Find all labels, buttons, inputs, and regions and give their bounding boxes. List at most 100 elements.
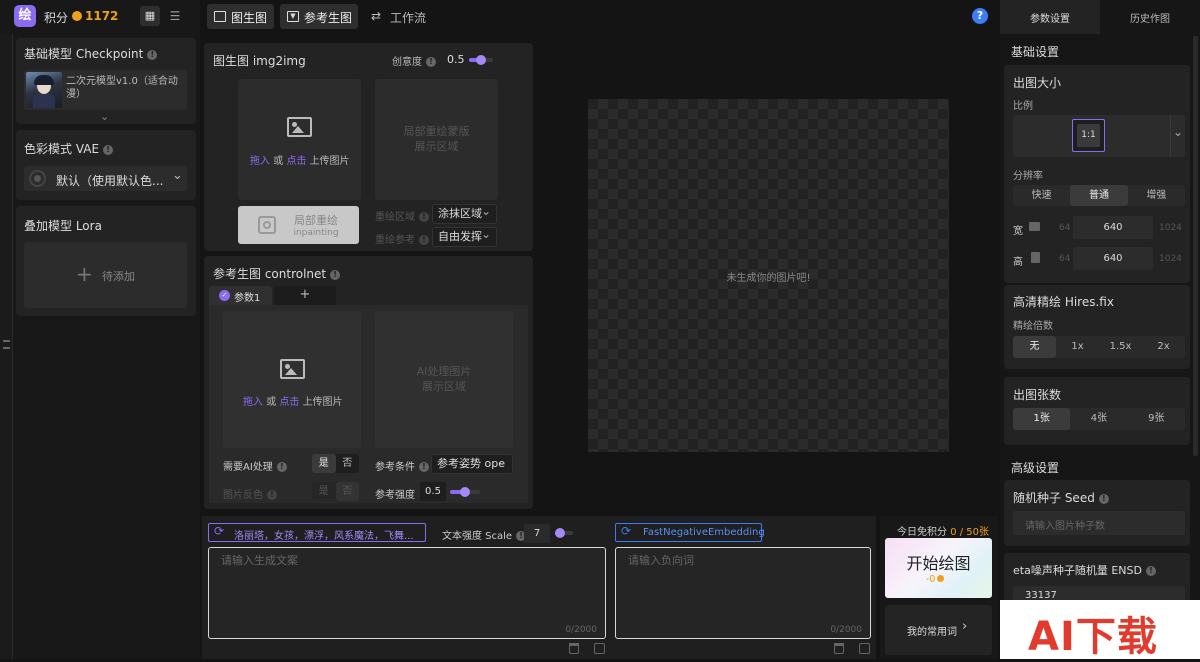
negative-textarea[interactable]: 请输入负向词 0/2000 (615, 547, 871, 639)
count-selector[interactable]: 1张 4张 9张 (1013, 408, 1185, 430)
strength-slider[interactable] (450, 487, 480, 497)
lora-title: 叠加模型 Lora (24, 219, 102, 233)
hires-1x[interactable]: 1x (1056, 336, 1099, 358)
creativity-knob[interactable] (476, 55, 486, 65)
ratio-selector[interactable]: 1:1 ⌄ (1013, 115, 1185, 157)
resolution-fast[interactable]: 快速 (1013, 185, 1070, 206)
refresh-icon[interactable]: ⟳ (621, 524, 631, 538)
need-ai-yes[interactable]: 是 (312, 454, 336, 473)
checkpoint-title: 基础模型 Checkpoint! (24, 45, 158, 62)
upload-text: 拖入 或 点击 上传图片 (243, 397, 343, 408)
img2img-upload-area[interactable]: 拖入 或 点击 上传图片 (238, 79, 361, 200)
app-logo[interactable]: 绘 (14, 5, 36, 27)
cond-label: 参考条件! (375, 458, 429, 473)
lora-add-button[interactable]: + 待添加 (24, 242, 187, 308)
height-max: 1024 (1159, 254, 1182, 264)
width-min: 64 (1059, 223, 1071, 233)
save-icon[interactable] (594, 643, 605, 654)
image-icon (214, 11, 226, 22)
invert-toggle[interactable]: 是 否 (312, 482, 359, 501)
seed-panel: 随机种子 Seed! 请输入图片种子数 (1004, 480, 1190, 546)
invert-yes[interactable]: 是 (312, 482, 336, 501)
creativity-slider[interactable] (469, 55, 493, 65)
controlnet-panel: 参考生图 controlnet! ✓ 参数1 + 拖入 或 点击 上传图片 AI… (204, 256, 533, 509)
inpainting-button[interactable]: 局部重绘 inpainting (238, 206, 359, 244)
right-scrollbar[interactable] (1193, 36, 1198, 456)
checkpoint-model-card[interactable]: 二次元模型v1.0（适合动漫） (24, 70, 187, 110)
hires-selector[interactable]: 无 1x 1.5x 2x (1013, 336, 1185, 358)
list-view-icon[interactable]: ☰ (165, 6, 185, 26)
height-input[interactable]: 640 (1073, 247, 1153, 270)
tab-history[interactable]: 历史作图 (1100, 0, 1200, 34)
tab-params[interactable]: 参数设置 (1000, 0, 1100, 34)
resolution-label: 分辨率 (1013, 171, 1043, 182)
collapse-handle[interactable] (0, 34, 13, 659)
ratio-expand[interactable]: ⌄ (1170, 115, 1185, 157)
trash-icon[interactable] (569, 643, 579, 654)
prompt-textarea[interactable]: 请输入生成文案 0/2000 (208, 547, 606, 639)
refresh-icon[interactable]: ⟳ (214, 524, 224, 538)
scale-slider[interactable] (555, 528, 573, 538)
tab-img2img[interactable]: 图生图 (207, 4, 274, 29)
info-icon: ! (147, 49, 158, 60)
hires-none[interactable]: 无 (1013, 336, 1056, 358)
scale-value-box[interactable]: 7 (524, 524, 550, 543)
width-max: 1024 (1159, 223, 1182, 233)
width-input[interactable]: 640 (1073, 216, 1153, 239)
resolution-normal[interactable]: 普通 (1070, 185, 1128, 206)
repaint-ref-select[interactable]: 自由发挥 (432, 225, 497, 247)
free-quota: 今日免积分 0 / 50张 (897, 527, 990, 538)
ratio-inner: 1:1 (1077, 124, 1100, 147)
info-icon: ! (426, 57, 436, 67)
ai-preview-area: AI处理图片 展示区域 (375, 311, 513, 448)
resolution-enhanced[interactable]: 增强 (1128, 185, 1185, 206)
need-ai-no[interactable]: 否 (336, 454, 360, 473)
controlnet-upload-area[interactable]: 拖入 或 点击 上传图片 (223, 311, 361, 448)
info-icon: ! (103, 144, 114, 155)
param-tab-1[interactable]: ✓ 参数1 (209, 286, 272, 305)
inpainting-label: 局部重绘 inpainting (293, 214, 339, 238)
lora-add-label: 待添加 (102, 270, 135, 283)
invert-no[interactable]: 否 (335, 482, 359, 501)
negative-tag[interactable]: ⟳ FastNegativeEmbedding (615, 523, 765, 542)
prompt-placeholder: 请输入生成文案 (221, 554, 298, 567)
model-thumbnail (26, 72, 62, 108)
vae-select[interactable]: 默认（使用默认色... ⌄ (24, 166, 187, 191)
my-words-button[interactable]: 我的常用词 › (885, 605, 992, 655)
grid-view-icon[interactable]: ▦ (140, 6, 160, 26)
cond-select[interactable]: 参考姿势 ope (431, 452, 513, 474)
coin-icon (72, 11, 82, 21)
chevron-down-icon[interactable]: ⌄ (100, 110, 109, 123)
trash-icon[interactable] (834, 643, 844, 654)
count-1[interactable]: 1张 (1013, 408, 1071, 430)
strength-knob[interactable] (460, 487, 470, 497)
save-icon[interactable] (859, 643, 870, 654)
workflow-icon: ⇄ (371, 9, 382, 23)
count-4[interactable]: 4张 (1070, 408, 1127, 430)
seed-input[interactable]: 请输入图片种子数 (1013, 511, 1185, 535)
hires-2x[interactable]: 2x (1142, 336, 1185, 358)
count-title: 出图张数 (1013, 388, 1062, 402)
tab-workflow[interactable]: ⇄ 工作流 (366, 4, 430, 29)
add-param-tab[interactable]: + (274, 286, 336, 305)
generate-button[interactable]: 开始绘图 -0 (885, 538, 992, 598)
prompt-tag-text: 洛丽塔，女孩，漂浮，风系魔法，飞舞... (234, 531, 414, 542)
need-ai-toggle[interactable]: 是 否 (312, 454, 359, 473)
checkpoint-panel: 基础模型 Checkpoint! 二次元模型v1.0（适合动漫） ⌄ (16, 38, 196, 124)
prompt-tag[interactable]: ⟳ 洛丽塔，女孩，漂浮，风系魔法，飞舞... (208, 523, 426, 542)
help-icon[interactable]: ? (972, 8, 988, 24)
ratio-option-1-1[interactable]: 1:1 (1072, 119, 1105, 152)
ensd-title: eta噪声种子随机量 ENSD! (1013, 562, 1156, 578)
vae-title: 色彩模式 VAE! (24, 140, 114, 157)
strength-value-box[interactable]: 0.5 (420, 482, 446, 501)
info-icon: ! (419, 462, 429, 472)
menu-handle-icon (3, 340, 10, 349)
count-9[interactable]: 9张 (1128, 408, 1185, 430)
creativity-value: 0.5 (447, 53, 465, 66)
repaint-area-select[interactable]: 涂抹区域 (432, 202, 497, 224)
resolution-selector[interactable]: 快速 普通 增强 (1013, 185, 1185, 206)
tab-reference[interactable]: ▼ 参考生图 (280, 4, 358, 29)
generate-cost: -0 (885, 574, 985, 585)
hires-1-5x[interactable]: 1.5x (1099, 336, 1142, 358)
info-icon: ! (1145, 566, 1156, 576)
